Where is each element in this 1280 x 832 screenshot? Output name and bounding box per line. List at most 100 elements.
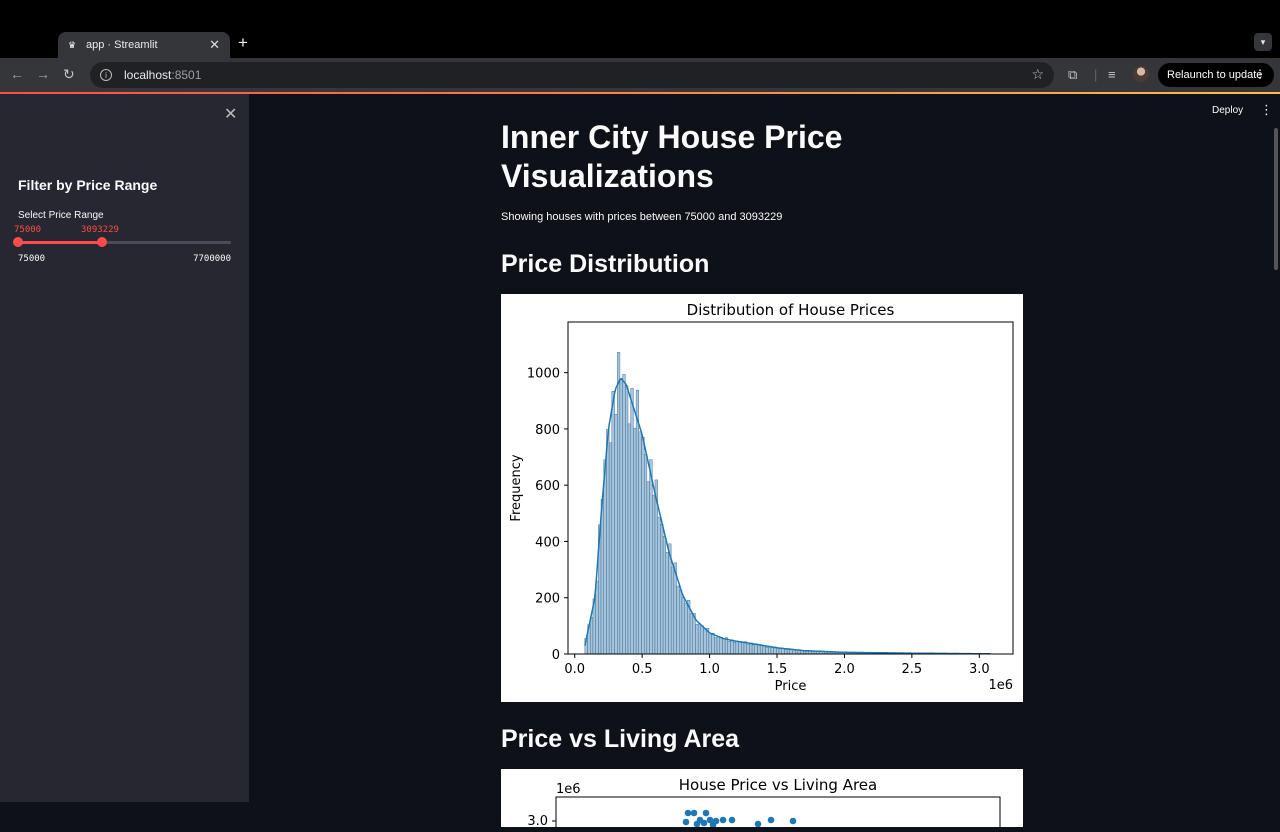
deploy-button[interactable]: Deploy bbox=[1212, 105, 1243, 116]
histogram-bar bbox=[739, 641, 742, 654]
y-tick-label: 200 bbox=[535, 592, 560, 607]
media-control-icon[interactable]: ≡ bbox=[1108, 67, 1116, 82]
price-range-slider[interactable] bbox=[18, 241, 231, 244]
browser-toolbar: ← → ↻ i localhost:8501 ☆ ⧉ | ≡ Relaunch … bbox=[0, 58, 1280, 92]
page-scrollbar[interactable] bbox=[1274, 128, 1278, 270]
x-tick-label: 1.5 bbox=[767, 662, 788, 677]
histogram-bar bbox=[695, 624, 698, 654]
browser-menu-icon[interactable]: ⋮ bbox=[1254, 67, 1266, 81]
histogram-bar bbox=[636, 390, 639, 654]
section-heading-price-distribution: Price Distribution bbox=[501, 250, 709, 279]
streamlit-favicon-icon: ♛ bbox=[68, 40, 82, 51]
scatter-point bbox=[683, 819, 690, 826]
scatter-point bbox=[729, 817, 736, 824]
histogram-bar bbox=[741, 642, 744, 654]
histogram-bar bbox=[779, 648, 782, 654]
histogram-bar bbox=[712, 633, 715, 654]
histogram-bar bbox=[612, 391, 615, 654]
x-axis-label: Price bbox=[775, 679, 807, 694]
scatter-chart: House Price vs Living Area 1e6 3.0 bbox=[501, 769, 1023, 827]
browser-tab[interactable]: ♛ app · Streamlit ✕ bbox=[58, 32, 230, 58]
address-bar[interactable]: i localhost:8501 ☆ bbox=[90, 62, 1054, 88]
sidebar-title: Filter by Price Range bbox=[18, 177, 157, 193]
y-tick-label: 400 bbox=[535, 535, 560, 550]
histogram-bar bbox=[757, 644, 760, 654]
histogram-bar bbox=[658, 517, 661, 654]
scatter-point bbox=[755, 821, 762, 827]
chart-title: House Price vs Living Area bbox=[679, 776, 877, 794]
slider-thumb-low[interactable] bbox=[13, 237, 23, 247]
histogram-bar bbox=[623, 374, 626, 654]
histogram-bar bbox=[601, 499, 604, 654]
relaunch-button[interactable]: Relaunch to update ⋮ bbox=[1158, 63, 1274, 87]
scatter-point bbox=[701, 820, 708, 827]
histogram-bar bbox=[749, 643, 752, 654]
main-menu-icon[interactable]: ⋮ bbox=[1260, 102, 1273, 118]
histogram-bar bbox=[701, 626, 704, 654]
histogram-bar bbox=[652, 495, 655, 654]
histogram-bar bbox=[717, 636, 720, 654]
tab-title: app · Streamlit bbox=[86, 39, 209, 51]
histogram-bar bbox=[704, 629, 707, 654]
y-offset-label: 1e6 bbox=[556, 782, 581, 797]
extensions-icon[interactable]: ⧉ bbox=[1068, 67, 1077, 83]
histogram-bar bbox=[766, 647, 769, 654]
x-tick-label: 1.0 bbox=[699, 662, 720, 677]
histogram-bar bbox=[730, 640, 733, 654]
histogram-bar bbox=[771, 647, 774, 654]
slider-value-low: 75000 bbox=[14, 225, 41, 235]
slider-thumb-high[interactable] bbox=[97, 237, 107, 247]
y-tick-label: 1000 bbox=[527, 367, 560, 382]
profile-avatar[interactable] bbox=[1133, 66, 1149, 82]
histogram-bar bbox=[647, 482, 650, 654]
scatter-point bbox=[694, 821, 701, 827]
tab-search-icon[interactable]: ▾ bbox=[1254, 33, 1272, 51]
scatter-figure: House Price vs Living Area 1e6 3.0 bbox=[501, 769, 1023, 827]
bookmark-star-icon[interactable]: ☆ bbox=[1031, 66, 1044, 83]
scatter-point bbox=[720, 817, 727, 824]
histogram-bar bbox=[790, 649, 793, 654]
x-offset-label: 1e6 bbox=[988, 678, 1013, 693]
back-icon[interactable]: ← bbox=[10, 66, 24, 82]
new-tab-icon[interactable]: + bbox=[238, 33, 248, 53]
y-tick-label: 3.0 bbox=[527, 814, 548, 827]
histogram-bar bbox=[714, 638, 717, 654]
scatter-point bbox=[790, 818, 797, 825]
histogram-bar bbox=[604, 460, 607, 654]
histogram-bar bbox=[660, 524, 663, 654]
histogram-bar bbox=[690, 614, 693, 654]
histogram-bar bbox=[747, 644, 750, 654]
histogram-bar bbox=[628, 424, 631, 654]
relaunch-label: Relaunch to update bbox=[1167, 69, 1262, 81]
section-heading-price-vs-area: Price vs Living Area bbox=[501, 725, 739, 754]
histogram-bar bbox=[733, 642, 736, 654]
site-info-icon[interactable]: i bbox=[100, 69, 112, 81]
x-tick-label: 0.5 bbox=[632, 662, 653, 677]
slider-min-label: 75000 bbox=[18, 254, 45, 264]
histogram-bar bbox=[736, 641, 739, 654]
histogram-bar bbox=[763, 645, 766, 654]
y-axis-label: Frequency bbox=[509, 454, 524, 521]
histogram-bar bbox=[631, 388, 634, 654]
histogram-bar bbox=[784, 649, 787, 654]
scatter-point bbox=[768, 817, 775, 824]
x-tick-label: 2.0 bbox=[834, 662, 855, 677]
forward-icon[interactable]: → bbox=[36, 66, 50, 82]
x-tick-label: 0.0 bbox=[564, 662, 585, 677]
histogram-bar bbox=[752, 645, 755, 654]
histogram-bar bbox=[671, 567, 674, 654]
close-sidebar-icon[interactable]: ✕ bbox=[224, 104, 237, 124]
slider-value-high: 3093229 bbox=[81, 225, 119, 235]
histogram-chart: 0.00.51.01.52.02.53.002004006008001000Di… bbox=[501, 294, 1023, 702]
histogram-bar bbox=[620, 378, 623, 654]
close-tab-icon[interactable]: ✕ bbox=[209, 37, 220, 53]
histogram-bar bbox=[633, 428, 636, 654]
histogram-bar bbox=[641, 437, 644, 654]
url-port: :8501 bbox=[171, 68, 201, 82]
y-tick-label: 800 bbox=[535, 423, 560, 438]
reload-icon[interactable]: ↻ bbox=[63, 66, 75, 83]
scatter-point bbox=[685, 810, 692, 817]
histogram-bar bbox=[709, 635, 712, 654]
scatter-point bbox=[691, 810, 698, 817]
histogram-bar bbox=[722, 639, 725, 654]
